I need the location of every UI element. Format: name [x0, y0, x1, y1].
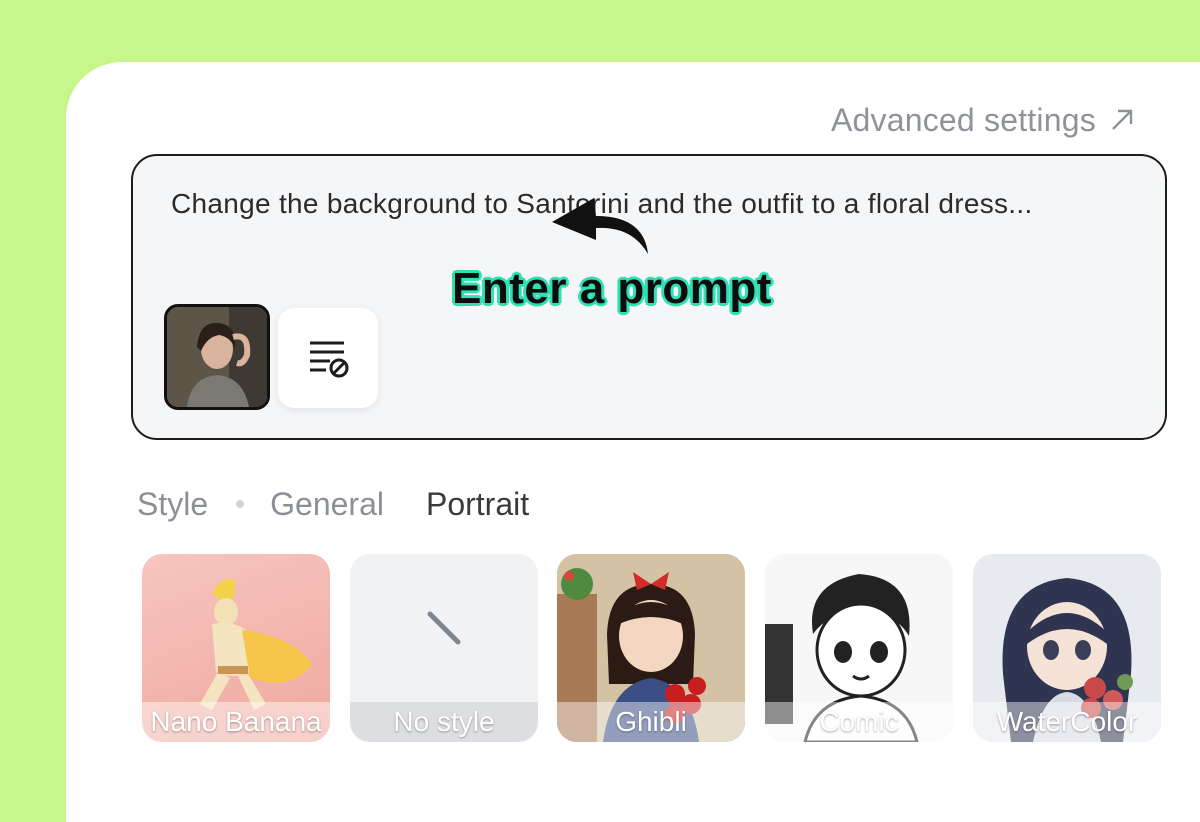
- curved-arrow-icon: [552, 198, 648, 254]
- portrait-image: [167, 307, 267, 407]
- style-label: No style: [350, 702, 538, 742]
- enter-prompt-callout: Enter a prompt: [452, 264, 772, 313]
- reference-image-thumbnail[interactable]: [164, 304, 270, 410]
- style-tabs: Style General Portrait: [137, 482, 529, 526]
- tab-general[interactable]: General: [270, 486, 384, 523]
- style-label: WaterColor: [973, 702, 1161, 742]
- style-card-comic[interactable]: Comic: [765, 554, 953, 742]
- style-card-nano-banana[interactable]: Nano Banana: [142, 554, 330, 742]
- style-card-watercolor[interactable]: WaterColor: [973, 554, 1161, 742]
- list-clear-icon: [310, 341, 349, 378]
- style-card-no-style[interactable]: No style: [350, 554, 538, 742]
- style-card-ghibli[interactable]: Ghibli: [557, 554, 745, 742]
- style-label: Ghibli: [557, 702, 745, 742]
- style-label: Nano Banana: [142, 702, 330, 742]
- tab-style: Style: [137, 485, 209, 522]
- clear-style-button[interactable]: [278, 308, 378, 408]
- tab-portrait[interactable]: Portrait: [426, 486, 529, 523]
- tab-separator-dot: [236, 500, 245, 508]
- advanced-settings-label: Advanced settings: [831, 101, 1096, 138]
- style-label: Comic: [765, 702, 953, 742]
- advanced-settings-link[interactable]: Advanced settings: [831, 100, 1136, 140]
- external-arrow-icon: [1112, 109, 1133, 130]
